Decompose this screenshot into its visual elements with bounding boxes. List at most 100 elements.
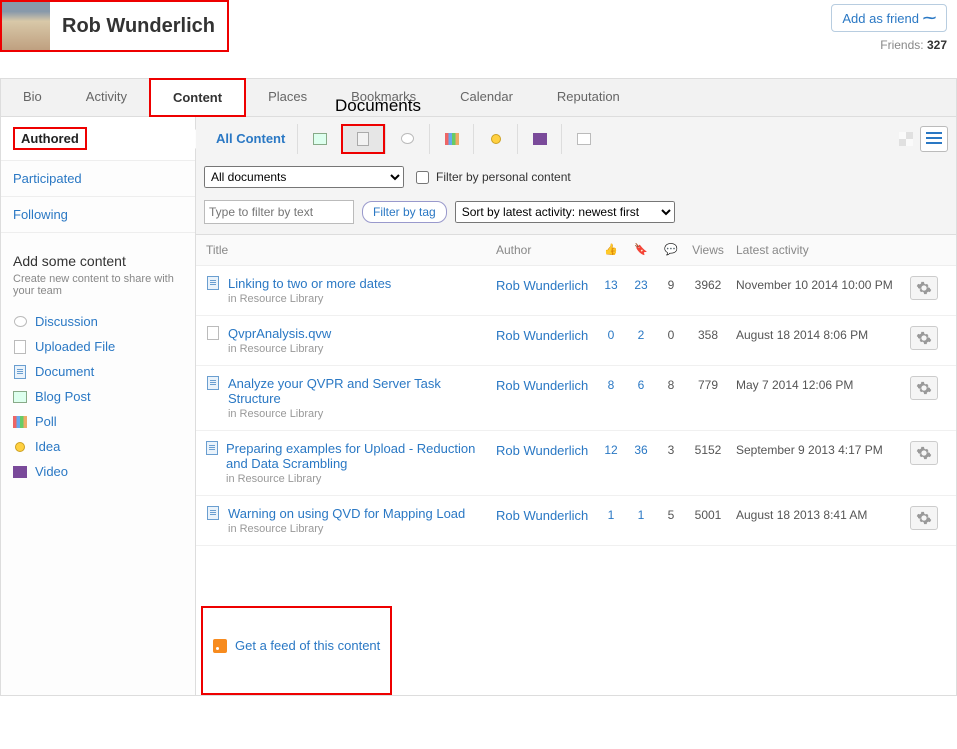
file-icon bbox=[13, 340, 27, 354]
tab-places[interactable]: Places bbox=[246, 79, 329, 116]
latest-activity: September 9 2013 4:17 PM bbox=[730, 441, 910, 457]
views-count: 358 bbox=[686, 326, 730, 342]
add-discussion[interactable]: Discussion bbox=[13, 309, 183, 334]
sidebar: AuthoredParticipatedFollowing Add some c… bbox=[1, 117, 196, 695]
personal-content-filter[interactable]: Filter by personal content bbox=[412, 168, 571, 187]
table-row: Analyze your QVPR and Server Task Struct… bbox=[196, 366, 956, 431]
doc-icon bbox=[13, 365, 27, 379]
views-count: 5152 bbox=[686, 441, 730, 457]
replies-count: 8 bbox=[656, 376, 686, 392]
replies-count: 3 bbox=[656, 441, 686, 457]
add-idea[interactable]: Idea bbox=[13, 434, 183, 459]
vid-icon bbox=[13, 465, 27, 479]
document-type-select[interactable]: All documents bbox=[204, 166, 404, 188]
gear-icon bbox=[916, 510, 932, 526]
doc-type-icon bbox=[206, 276, 220, 290]
doc-type-icon bbox=[206, 326, 220, 340]
table-row: Linking to two or more dates in Resource … bbox=[196, 266, 956, 316]
doc-title-link[interactable]: Analyze your QVPR and Server Task Struct… bbox=[228, 376, 496, 406]
gear-icon bbox=[916, 280, 932, 296]
chart-icon bbox=[13, 415, 27, 429]
filter-by-tag-button[interactable]: Filter by tag bbox=[362, 201, 447, 223]
doc-location: in Resource Library bbox=[228, 293, 391, 305]
bubble-icon bbox=[13, 315, 27, 329]
doc-title-link[interactable]: Linking to two or more dates bbox=[228, 276, 391, 291]
sidebar-tab-authored[interactable]: Authored bbox=[1, 117, 195, 161]
row-actions-button[interactable] bbox=[910, 276, 938, 300]
rss-icon bbox=[213, 639, 227, 653]
row-actions-button[interactable] bbox=[910, 326, 938, 350]
latest-activity: August 18 2013 8:41 AM bbox=[730, 506, 910, 522]
row-actions-button[interactable] bbox=[910, 376, 938, 400]
col-bookmarks-icon: 🔖 bbox=[626, 243, 656, 257]
table-header: Title Author 👍 🔖 💬 Views Latest activity bbox=[196, 235, 956, 266]
likes-count[interactable]: 0 bbox=[596, 326, 626, 342]
col-replies-icon: 💬 bbox=[656, 243, 686, 257]
filter-tab-poll-icon[interactable] bbox=[429, 124, 473, 154]
gear-icon bbox=[916, 330, 932, 346]
text-filter-input[interactable] bbox=[204, 200, 354, 224]
personal-content-checkbox[interactable] bbox=[416, 171, 429, 184]
filter-tab-image-icon[interactable] bbox=[297, 124, 341, 154]
author-link[interactable]: Rob Wunderlich bbox=[496, 376, 596, 393]
doc-title-link[interactable]: Preparing examples for Upload - Reductio… bbox=[226, 441, 496, 471]
col-likes-icon: 👍 bbox=[596, 243, 626, 257]
likes-count[interactable]: 1 bbox=[596, 506, 626, 522]
author-link[interactable]: Rob Wunderlich bbox=[496, 506, 596, 523]
bulb-icon bbox=[13, 440, 27, 454]
row-actions-button[interactable] bbox=[910, 441, 938, 465]
bookmarks-count[interactable]: 2 bbox=[626, 326, 656, 342]
author-link[interactable]: Rob Wunderlich bbox=[496, 276, 596, 293]
friends-count: Friends: 327 bbox=[831, 38, 947, 52]
add-content-title: Add some content bbox=[13, 253, 183, 269]
bookmarks-count[interactable]: 1 bbox=[626, 506, 656, 522]
bookmarks-count[interactable]: 6 bbox=[626, 376, 656, 392]
latest-activity: May 7 2014 12:06 PM bbox=[730, 376, 910, 392]
add-video[interactable]: Video bbox=[13, 459, 183, 484]
sidebar-tab-following[interactable]: Following bbox=[1, 197, 195, 233]
feed-row: Get a feed of this content bbox=[201, 606, 392, 695]
view-list-button[interactable] bbox=[920, 126, 948, 152]
add-blog-post[interactable]: Blog Post bbox=[13, 384, 183, 409]
add-poll[interactable]: Poll bbox=[13, 409, 183, 434]
doc-title-link[interactable]: QvprAnalysis.qvw bbox=[228, 326, 331, 341]
gear-icon bbox=[916, 380, 932, 396]
filter-tab-calendar-icon[interactable] bbox=[561, 124, 605, 154]
tab-reputation[interactable]: Reputation bbox=[535, 79, 642, 116]
add-friend-button[interactable]: Add as friend ⁓ bbox=[831, 4, 947, 32]
tab-bio[interactable]: Bio bbox=[1, 79, 64, 116]
view-grid-button[interactable] bbox=[892, 126, 920, 152]
filter-tab-document-icon[interactable] bbox=[341, 124, 385, 154]
feed-link[interactable]: Get a feed of this content bbox=[235, 638, 380, 653]
main-tabs: BioActivityContentPlacesBookmarksCalenda… bbox=[0, 78, 957, 117]
filter-tab-video-icon[interactable] bbox=[517, 124, 561, 154]
tab-content[interactable]: Content bbox=[149, 78, 246, 117]
latest-activity: August 18 2014 8:06 PM bbox=[730, 326, 910, 342]
bookmarks-count[interactable]: 36 bbox=[626, 441, 656, 457]
doc-location: in Resource Library bbox=[228, 408, 496, 420]
bookmarks-count[interactable]: 23 bbox=[626, 276, 656, 292]
add-document[interactable]: Document bbox=[13, 359, 183, 384]
tab-calendar[interactable]: Calendar bbox=[438, 79, 535, 116]
likes-count[interactable]: 8 bbox=[596, 376, 626, 392]
doc-title-link[interactable]: Warning on using QVD for Mapping Load bbox=[228, 506, 465, 521]
tab-activity[interactable]: Activity bbox=[64, 79, 149, 116]
likes-count[interactable]: 13 bbox=[596, 276, 626, 292]
doc-location: in Resource Library bbox=[228, 523, 465, 535]
row-actions-button[interactable] bbox=[910, 506, 938, 530]
pulse-icon: ⁓ bbox=[923, 10, 936, 26]
filter-tab-discussion-icon[interactable] bbox=[385, 124, 429, 154]
add-uploaded-file[interactable]: Uploaded File bbox=[13, 334, 183, 359]
filter-all-content[interactable]: All Content bbox=[204, 123, 297, 154]
col-title: Title bbox=[206, 243, 496, 257]
col-views: Views bbox=[686, 243, 730, 257]
doc-type-icon bbox=[206, 376, 220, 390]
filter-tab-idea-icon[interactable] bbox=[473, 124, 517, 154]
gear-icon bbox=[916, 445, 932, 461]
sort-select[interactable]: Sort by latest activity: newest first bbox=[455, 201, 675, 223]
author-link[interactable]: Rob Wunderlich bbox=[496, 441, 596, 458]
author-link[interactable]: Rob Wunderlich bbox=[496, 326, 596, 343]
doc-location: in Resource Library bbox=[226, 473, 496, 485]
likes-count[interactable]: 12 bbox=[596, 441, 626, 457]
sidebar-tab-participated[interactable]: Participated bbox=[1, 161, 195, 197]
